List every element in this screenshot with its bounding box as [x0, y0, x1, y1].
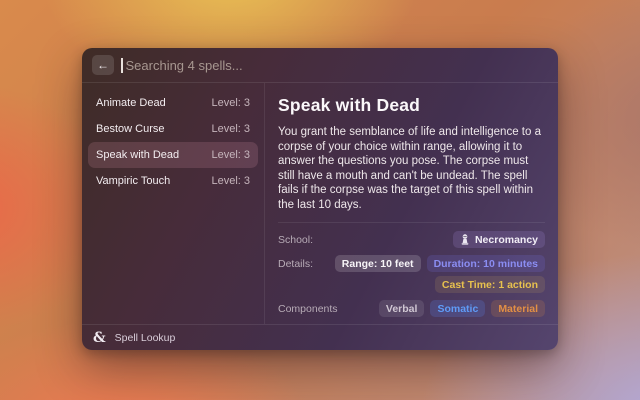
spell-level: Level: 3: [211, 97, 250, 109]
spell-title: Speak with Dead: [278, 95, 545, 116]
list-item-animate-dead[interactable]: Animate Dead Level: 3: [88, 90, 258, 116]
text-caret: [121, 58, 123, 73]
description-paragraph-2: Until the spell ends, you can ask the co…: [278, 221, 545, 222]
back-arrow-icon: ←: [97, 59, 109, 71]
duration-badge: Duration: 10 minutes: [427, 255, 545, 272]
spell-name: Speak with Dead: [96, 149, 179, 161]
detail-panel: Speak with Dead You grant the semblance …: [265, 83, 558, 324]
school-label: School:: [278, 231, 313, 246]
range-badge: Range: 10 feet: [335, 255, 421, 272]
spell-name: Bestow Curse: [96, 123, 164, 135]
school-row: School: Necromancy: [278, 231, 545, 248]
components-label: Components: [278, 300, 338, 315]
dnd-ampersand-logo: &: [93, 331, 106, 345]
details-badges: Range: 10 feet Duration: 10 minutes Cast T…: [335, 255, 545, 293]
main-content: Animate Dead Level: 3 Bestow Curse Level: 3…: [82, 83, 558, 324]
spell-metadata: School: Necromancy Details:: [278, 222, 545, 317]
spell-level: Level: 3: [211, 123, 250, 135]
spell-level: Level: 3: [211, 175, 250, 187]
components-row: Components Verbal Somatic Material: [278, 300, 545, 317]
app-name: Spell Lookup: [115, 332, 176, 344]
description-paragraph-1: You grant the semblance of life and inte…: [278, 125, 545, 212]
details-badge-line: Cast Time: 1 action: [435, 276, 545, 293]
school-badge: Necromancy: [453, 231, 545, 248]
cast-time-badge: Cast Time: 1 action: [435, 276, 545, 293]
spell-description: Speak with Dead You grant the semblance …: [278, 88, 545, 222]
spell-name: Vampiric Touch: [96, 175, 170, 187]
back-button[interactable]: ←: [92, 55, 114, 75]
spell-list: Animate Dead Level: 3 Bestow Curse Level: 3…: [82, 83, 265, 324]
component-somatic-badge: Somatic: [430, 300, 485, 317]
list-item-bestow-curse[interactable]: Bestow Curse Level: 3: [88, 116, 258, 142]
list-item-speak-with-dead[interactable]: Speak with Dead Level: 3: [88, 142, 258, 168]
spell-lookup-window: ← Animate Dead Level: 3 Bestow Curse Level:…: [82, 48, 558, 350]
component-badges: Verbal Somatic Material: [379, 300, 545, 317]
component-verbal-badge: Verbal: [379, 300, 425, 317]
list-item-vampiric-touch[interactable]: Vampiric Touch Level: 3: [88, 168, 258, 194]
component-badge-line: Verbal Somatic Material: [379, 300, 545, 317]
necromancy-icon: [460, 234, 470, 245]
spell-level: Level: 3: [211, 149, 250, 161]
details-label: Details:: [278, 255, 313, 270]
search-input[interactable]: [126, 58, 549, 73]
footer: & Spell Lookup: [82, 324, 558, 350]
school-value: Necromancy: [475, 234, 538, 246]
spell-name: Animate Dead: [96, 97, 166, 109]
component-material-badge: Material: [491, 300, 545, 317]
details-badge-line: Range: 10 feet Duration: 10 minutes: [335, 255, 545, 272]
details-row: Details: Range: 10 feet Duration: 10 minu…: [278, 255, 545, 293]
search-bar: ←: [82, 48, 558, 83]
